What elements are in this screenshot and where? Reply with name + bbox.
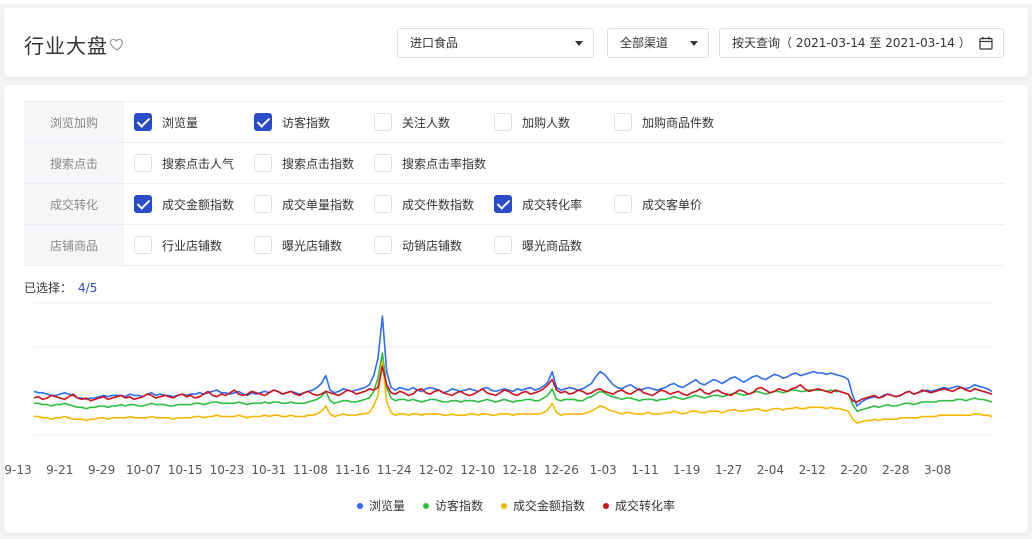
x-tick-label: 2-04 — [757, 463, 784, 477]
series-line-3 — [33, 365, 993, 403]
x-tick-label: 12-26 — [544, 463, 579, 477]
x-tick-label: 11-16 — [335, 463, 370, 477]
x-tick-label: 9-21 — [46, 463, 73, 477]
series-line-0 — [33, 315, 993, 407]
channel-select[interactable]: 全部渠道 — [607, 28, 709, 58]
legend-dot-icon — [501, 502, 507, 509]
caret-down-icon — [575, 41, 583, 46]
x-tick-label: 10-07 — [126, 463, 161, 477]
caret-down-icon — [690, 41, 698, 46]
header-card: 行业大盘 进口食品 全部渠道 按天查询（ 2021-03-14 至 2021-0… — [4, 8, 1028, 77]
channel-select-value: 全部渠道 — [620, 36, 669, 50]
x-tick-label: 9-13 — [4, 463, 31, 477]
main-card: 浏览加购 浏览量 访客指数 关注人数 加购人数 加购商品件数 搜索点击 搜索点击人气 搜索点击指… — [4, 85, 1028, 533]
legend-item[interactable]: 成交转化率 — [603, 497, 675, 514]
category-select-value: 进口食品 — [410, 36, 459, 50]
date-range-value: 按天查询（ 2021-03-14 至 2021-03-14 ） — [732, 36, 971, 50]
x-tick-label: 12-02 — [419, 463, 454, 477]
legend-item[interactable]: 访客指数 — [422, 497, 483, 514]
x-tick-label: 1-27 — [715, 463, 742, 477]
legend-label: 成交转化率 — [615, 499, 676, 513]
x-tick-label: 10-23 — [210, 463, 245, 477]
date-range-picker[interactable]: 按天查询（ 2021-03-14 至 2021-03-14 ） — [719, 28, 1004, 58]
x-tick-label: 1-19 — [673, 463, 700, 477]
calendar-icon — [979, 36, 993, 50]
legend-dot-icon — [422, 502, 429, 509]
x-tick-label: 1-11 — [631, 463, 658, 477]
x-tick-label: 9-29 — [88, 463, 115, 477]
x-tick-label: 3-08 — [924, 463, 951, 477]
top-strip — [0, 0, 1032, 4]
legend-dot-icon — [356, 502, 363, 509]
legend-label: 浏览量 — [368, 499, 405, 513]
x-tick-label: 2-20 — [840, 463, 867, 477]
x-tick-label: 11-24 — [377, 463, 412, 477]
x-tick-label: 10-15 — [168, 463, 203, 477]
heart-icon[interactable] — [109, 36, 125, 52]
legend-label: 成交金额指数 — [513, 499, 586, 513]
legend-label: 访客指数 — [434, 499, 483, 513]
legend-item[interactable]: 成交金额指数 — [501, 497, 585, 514]
x-tick-label: 1-03 — [590, 463, 617, 477]
page-title: 行业大盘 — [24, 34, 108, 58]
legend-dot-icon — [603, 502, 610, 509]
x-tick-label: 12-18 — [502, 463, 537, 477]
x-tick-label: 10-31 — [251, 463, 286, 477]
trend-line-chart: 9-13 9-21 9-29 10-07 10-15 10-23 10-31 11-08 11-… — [4, 302, 993, 477]
x-tick-label: 12-10 — [460, 463, 495, 477]
x-tick-label: 2-12 — [799, 463, 826, 477]
x-tick-label: 2-28 — [882, 463, 909, 477]
x-tick-label: 11-08 — [293, 463, 328, 477]
category-select[interactable]: 进口食品 — [397, 28, 594, 58]
chart-legend: 浏览量 访客指数 成交金额指数 成交转化率 — [4, 497, 1028, 514]
legend-item[interactable]: 浏览量 — [356, 497, 405, 514]
